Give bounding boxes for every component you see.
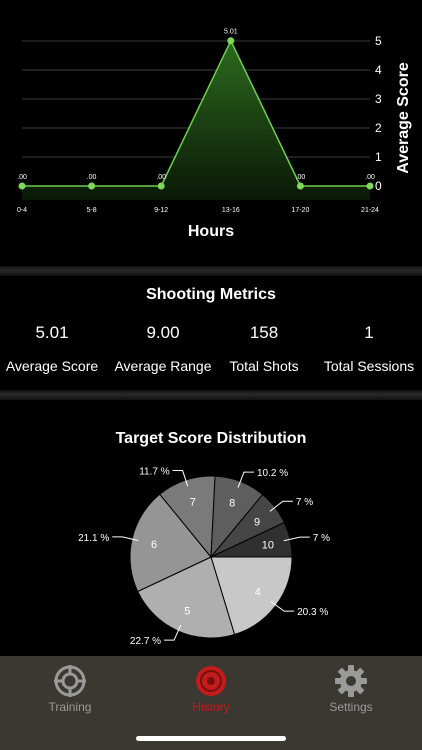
slice-percent-label: 7 % [313, 533, 330, 544]
metric-label: Average Range [114, 358, 212, 374]
average-score-chart: 0 1 2 3 4 5 .00 0-4 .00 5-8 .00 9-12 5.01 13-16 .00 17-… [0, 0, 422, 250]
tab-label: History [192, 700, 230, 714]
slice-percent-label: 7 % [296, 497, 313, 508]
y-axis-title: Average Score [395, 62, 412, 174]
crosshair-icon [54, 665, 86, 697]
slice-label: 8 [229, 498, 235, 510]
slice-label: 4 [255, 587, 261, 599]
gear-icon [335, 665, 367, 697]
x-tick-label: 5-8 [87, 207, 97, 214]
slice-label: 10 [262, 539, 274, 551]
data-point [227, 37, 235, 45]
x-tick-label: 13-16 [222, 207, 240, 214]
data-point [296, 182, 304, 190]
x-tick-label: 9-12 [154, 207, 168, 214]
data-label: .00 [156, 174, 166, 181]
x-tick-label: 17-20 [291, 207, 309, 214]
slice-percent-label: 10.2 % [257, 468, 288, 479]
metric-value: 9.00 [146, 323, 180, 342]
section-separator [0, 266, 422, 276]
distribution-title: Target Score Distribution [115, 430, 307, 447]
slice-label: 9 [254, 516, 260, 528]
metric-average-range: 9.00 Average Range [108, 323, 218, 375]
slice-label: 6 [151, 539, 157, 551]
data-label: 5.01 [224, 29, 238, 36]
pie-chart-svg: 4 20.3 % 5 22.7 % 6 21.1 % 7 11.7 % 8 10.2 % 9 7 % 1… [78, 467, 330, 648]
tab-history[interactable]: History [151, 664, 271, 714]
tab-label: Settings [329, 700, 373, 714]
data-point [88, 182, 96, 190]
metric-total-sessions: 1 Total Sessions [314, 323, 422, 375]
y-tick-label: 1 [375, 150, 382, 164]
slice-percent-label: 20.3 % [297, 607, 328, 618]
metrics-title: Shooting Metrics [146, 286, 276, 303]
line-chart-svg: 0 1 2 3 4 5 .00 0-4 .00 5-8 .00 9-12 5.01 13-16 .00 17-… [17, 29, 412, 214]
tab-label: Training [48, 700, 92, 714]
metric-average-score: 5.01 Average Score [0, 323, 107, 375]
slice-percent-label: 22.7 % [130, 636, 161, 647]
slice-label: 7 [190, 497, 196, 509]
x-axis-title: Hours [187, 223, 235, 240]
data-point [366, 182, 374, 190]
slice-percent-label: 21.1 % [78, 533, 109, 544]
metric-value: 158 [249, 323, 279, 342]
slice-label: 5 [184, 605, 190, 617]
metric-value: 5.01 [35, 323, 69, 342]
x-tick-label: 0-4 [17, 207, 27, 214]
tab-settings[interactable]: Settings [291, 664, 411, 714]
y-tick-label: 5 [375, 34, 382, 48]
y-tick-label: 0 [375, 179, 382, 193]
data-label: .00 [296, 174, 306, 181]
metric-value: 1 [364, 323, 374, 342]
metric-total-shots: 158 Total Shots [209, 323, 319, 375]
target-icon [196, 666, 226, 696]
data-point [157, 182, 165, 190]
data-label: .00 [87, 174, 97, 181]
home-indicator [136, 736, 286, 741]
section-separator [0, 390, 422, 400]
data-point [18, 182, 26, 190]
slice-percent-label: 11.7 % [139, 467, 169, 478]
data-label: .00 [17, 174, 27, 181]
metric-label: Average Score [5, 358, 99, 374]
y-tick-label: 2 [375, 121, 382, 135]
metric-label: Total Sessions [323, 358, 415, 374]
y-tick-label: 4 [375, 63, 382, 77]
y-tick-label: 3 [375, 92, 382, 106]
area-fill [22, 40, 370, 201]
x-tick-label: 21-24 [361, 207, 379, 214]
tab-training[interactable]: Training [10, 664, 130, 714]
metric-label: Total Shots [229, 358, 299, 374]
data-label: .00 [365, 174, 375, 181]
